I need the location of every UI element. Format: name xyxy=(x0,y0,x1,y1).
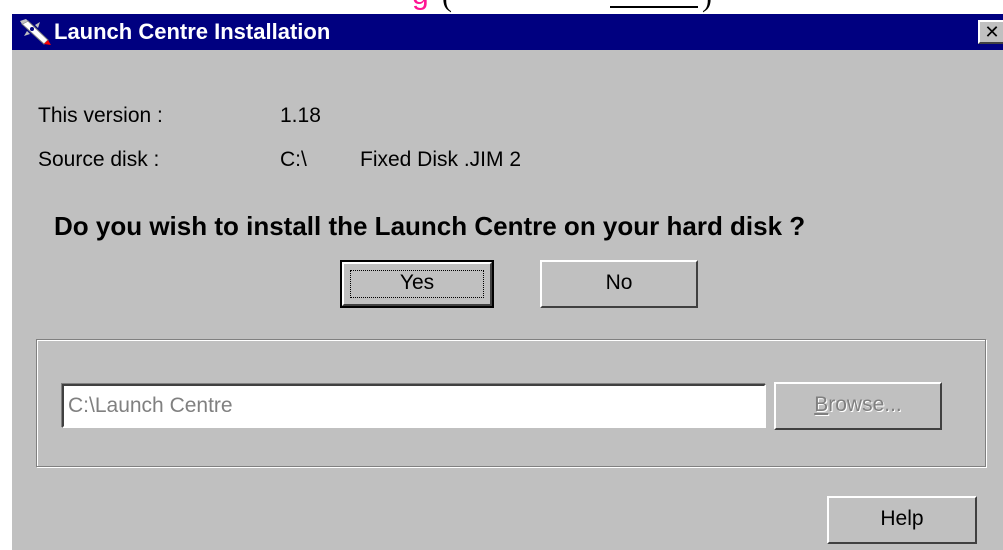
no-button-label: No xyxy=(605,271,633,294)
title-bar[interactable]: Launch Centre Installation ✕ xyxy=(12,14,1003,50)
browse-button-label: Browse... xyxy=(814,393,902,416)
source-disk-drive: C:\ xyxy=(280,148,307,171)
no-button[interactable]: No xyxy=(540,260,698,308)
page-link-fragment[interactable] xyxy=(610,0,698,8)
source-disk-label: Source disk : xyxy=(38,148,160,171)
yes-button[interactable]: Yes xyxy=(340,260,494,308)
page-paren-close: ) xyxy=(702,0,712,14)
window-title: Launch Centre Installation xyxy=(54,19,331,44)
page-paren-open: ( xyxy=(442,0,452,14)
install-question: Do you wish to install the Launch Centre… xyxy=(54,211,806,241)
browse-rest: rowse... xyxy=(828,393,902,416)
close-icon: ✕ xyxy=(984,22,1000,42)
version-label: This version : xyxy=(38,104,163,127)
install-path-input[interactable] xyxy=(62,384,766,428)
page-text-fragment: g xyxy=(412,0,429,10)
browse-accelerator: B xyxy=(814,393,829,416)
source-disk-name: Fixed Disk .JIM 2 xyxy=(360,148,522,171)
rocket-icon xyxy=(18,18,52,46)
help-button-label: Help xyxy=(880,507,924,530)
background-web-page: g ( ) xyxy=(0,0,1003,14)
installer-dialog: Launch Centre Installation ✕ This versio… xyxy=(12,14,1003,550)
version-value: 1.18 xyxy=(280,104,321,127)
help-button[interactable]: Help xyxy=(827,496,977,544)
yes-button-label: Yes xyxy=(399,271,435,294)
close-button[interactable]: ✕ xyxy=(978,20,1003,44)
browse-button[interactable]: Browse... xyxy=(774,382,942,430)
